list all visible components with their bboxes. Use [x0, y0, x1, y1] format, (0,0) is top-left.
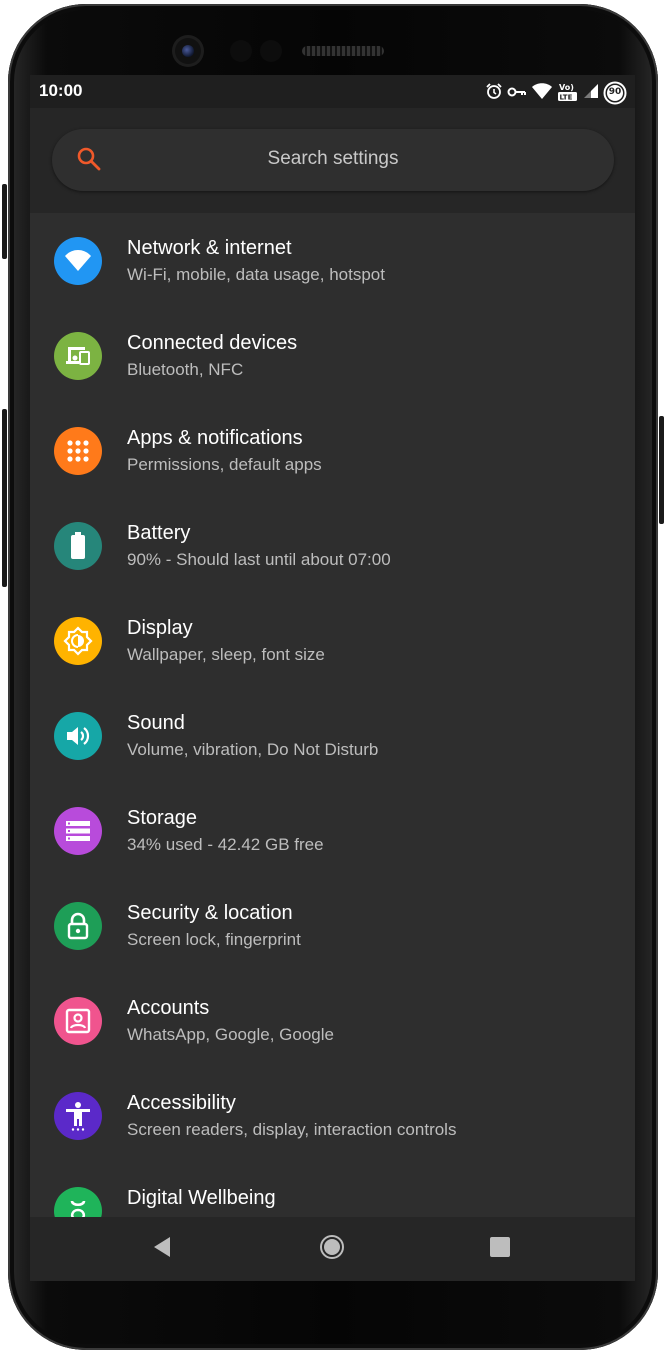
settings-item-title: Network & internet [127, 237, 292, 259]
settings-item-security[interactable]: Security & location Screen lock, fingerp… [30, 878, 635, 973]
home-button[interactable] [312, 1233, 352, 1265]
sensor [260, 40, 282, 62]
settings-item-subtitle: Screen readers, display, interaction con… [127, 1120, 457, 1139]
svg-text:Vo): Vo) [559, 83, 574, 92]
settings-item-sound[interactable]: Sound Volume, vibration, Do Not Disturb [30, 688, 635, 783]
account-box-icon [54, 997, 102, 1045]
settings-item-subtitle: WhatsApp, Google, Google [127, 1025, 334, 1044]
vpn-key-icon [507, 84, 527, 103]
battery-icon: 90 [603, 81, 627, 105]
settings-item-title: Battery [127, 522, 191, 544]
devices-icon [54, 332, 102, 380]
settings-item-storage[interactable]: Storage 34% used - 42.42 GB free [30, 783, 635, 878]
alarm-icon [485, 82, 503, 104]
apps-grid-icon [54, 427, 102, 475]
volume-icon [54, 712, 102, 760]
status-time: 10:00 [39, 81, 83, 100]
front-camera [175, 38, 201, 64]
settings-item-subtitle: 90% - Should last until about 07:00 [127, 550, 391, 569]
search-header: Search settings [30, 108, 635, 213]
accessibility-icon [54, 1092, 102, 1140]
wifi-icon [531, 82, 553, 104]
screen: 10:00 Vo) LTE 90 Search settings Network… [30, 75, 635, 1281]
settings-item-display[interactable]: Display Wallpaper, sleep, font size [30, 593, 635, 688]
storage-icon [54, 807, 102, 855]
settings-item-connected-devices[interactable]: Connected devices Bluetooth, NFC [30, 308, 635, 403]
settings-item-subtitle: 34% used - 42.42 GB free [127, 835, 324, 854]
navigation-bar [30, 1217, 635, 1281]
status-bar: 10:00 Vo) LTE 90 [30, 75, 635, 108]
settings-list: Network & internet Wi-Fi, mobile, data u… [30, 213, 635, 1258]
search-bar[interactable]: Search settings [52, 129, 614, 191]
settings-item-subtitle: Wallpaper, sleep, font size [127, 645, 325, 664]
settings-item-battery[interactable]: Battery 90% - Should last until about 07… [30, 498, 635, 593]
brightness-icon [54, 617, 102, 665]
settings-item-apps[interactable]: Apps & notifications Permissions, defaul… [30, 403, 635, 498]
settings-item-title: Accounts [127, 997, 210, 1019]
settings-item-title: Apps & notifications [127, 427, 303, 449]
side-slider[interactable] [2, 184, 7, 259]
settings-item-subtitle: Bluetooth, NFC [127, 360, 244, 379]
wifi-icon [54, 237, 102, 285]
home-icon [319, 1234, 345, 1264]
settings-item-accounts[interactable]: Accounts WhatsApp, Google, Google [30, 973, 635, 1068]
volte-icon: Vo) LTE [557, 80, 579, 106]
search-placeholder: Search settings [267, 148, 399, 169]
settings-item-subtitle: Permissions, default apps [127, 455, 322, 474]
settings-item-subtitle: Screen lock, fingerprint [127, 930, 301, 949]
settings-item-title: Sound [127, 712, 185, 734]
lock-icon [54, 902, 102, 950]
status-icons: Vo) LTE 90 [485, 80, 627, 106]
earpiece-speaker [302, 46, 384, 56]
back-icon [152, 1236, 172, 1262]
power-button[interactable] [659, 416, 664, 524]
settings-item-subtitle: Wi-Fi, mobile, data usage, hotspot [127, 265, 385, 284]
recents-button[interactable] [480, 1233, 520, 1265]
back-button[interactable] [142, 1233, 182, 1265]
sensor [230, 40, 252, 62]
battery-level: 90 [608, 87, 622, 97]
settings-item-title: Display [127, 617, 193, 639]
recents-icon [490, 1237, 510, 1261]
settings-item-network[interactable]: Network & internet Wi-Fi, mobile, data u… [30, 213, 635, 308]
settings-item-title: Storage [127, 807, 198, 829]
svg-text:LTE: LTE [560, 94, 573, 102]
signal-icon [583, 83, 599, 103]
settings-item-title: Digital Wellbeing [127, 1187, 276, 1209]
settings-item-subtitle: Volume, vibration, Do Not Disturb [127, 740, 379, 759]
settings-item-title: Connected devices [127, 332, 298, 354]
settings-item-accessibility[interactable]: Accessibility Screen readers, display, i… [30, 1068, 635, 1163]
battery-icon [54, 522, 102, 570]
settings-item-title: Security & location [127, 902, 293, 924]
volume-button[interactable] [2, 409, 7, 587]
settings-item-title: Accessibility [127, 1092, 236, 1114]
